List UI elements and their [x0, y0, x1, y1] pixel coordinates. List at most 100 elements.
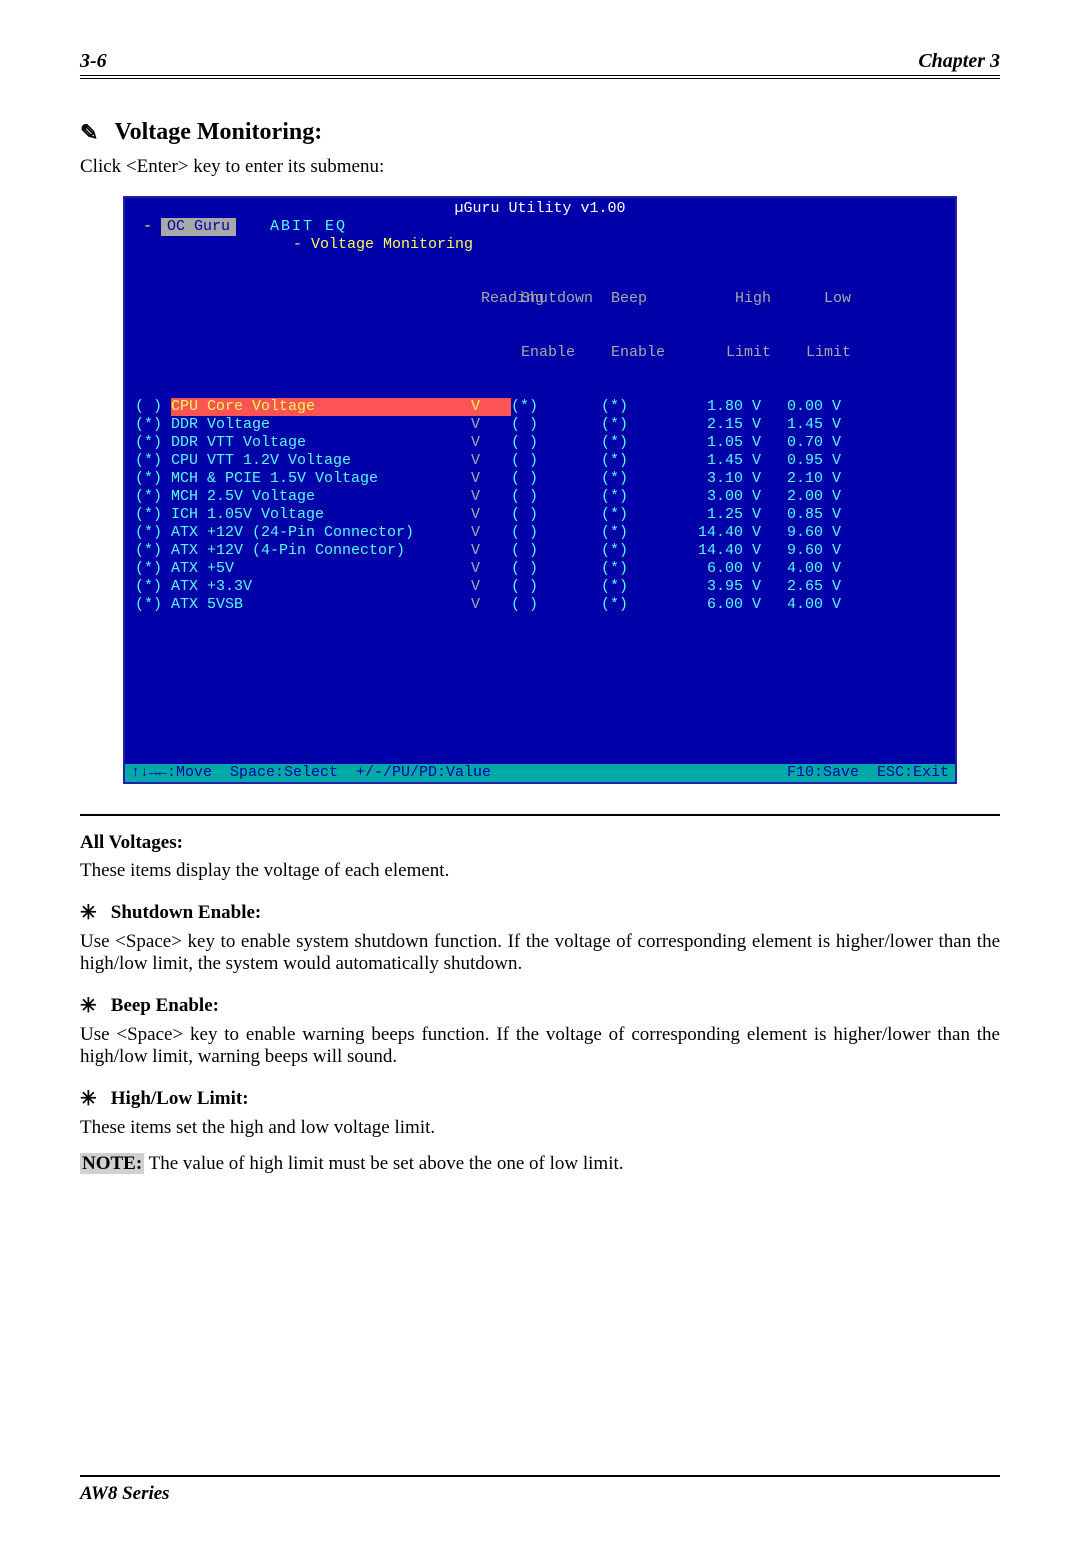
row-low[interactable]: 0.85 V [761, 506, 841, 524]
row-shutdown[interactable]: ( ) [511, 452, 601, 470]
row-name[interactable]: DDR Voltage [171, 416, 471, 434]
row-low[interactable]: 0.70 V [761, 434, 841, 452]
row-name[interactable]: CPU Core Voltage [171, 398, 471, 416]
row-shutdown[interactable]: ( ) [511, 560, 601, 578]
row-name[interactable]: ATX 5VSB [171, 596, 471, 614]
para-shutdown-enable: Use <Space> key to enable system shutdow… [80, 931, 1000, 975]
row-high[interactable]: 6.00 V [681, 560, 761, 578]
row-beep[interactable]: (*) [601, 452, 681, 470]
row-high[interactable]: 1.80 V [681, 398, 761, 416]
row-low[interactable]: 0.00 V [761, 398, 841, 416]
row-high[interactable]: 14.40 V [681, 542, 761, 560]
note-label: NOTE: [80, 1153, 144, 1174]
bios-row[interactable]: (*)MCH 2.5V VoltageV( )(*) 3.00 V 2.00 V [135, 488, 945, 506]
row-name[interactable]: ATX +5V [171, 560, 471, 578]
row-mark[interactable]: (*) [135, 596, 171, 614]
row-mark[interactable]: (*) [135, 578, 171, 596]
row-mark[interactable]: (*) [135, 416, 171, 434]
row-mark[interactable]: (*) [135, 488, 171, 506]
row-name[interactable]: ATX +12V (24-Pin Connector) [171, 524, 471, 542]
bios-row[interactable]: (*)DDR VTT VoltageV( )(*) 1.05 V 0.70 V [135, 434, 945, 452]
row-high[interactable]: 3.10 V [681, 470, 761, 488]
row-low[interactable]: 9.60 V [761, 524, 841, 542]
row-shutdown[interactable]: ( ) [511, 524, 601, 542]
bios-row[interactable]: (*)ATX +5VV( )(*) 6.00 V 4.00 V [135, 560, 945, 578]
row-mark[interactable]: (*) [135, 524, 171, 542]
row-high[interactable]: 3.00 V [681, 488, 761, 506]
row-shutdown[interactable]: ( ) [511, 488, 601, 506]
row-beep[interactable]: (*) [601, 524, 681, 542]
row-shutdown[interactable]: ( ) [511, 578, 601, 596]
row-mark[interactable]: (*) [135, 542, 171, 560]
row-shutdown[interactable]: ( ) [511, 416, 601, 434]
row-name[interactable]: MCH & PCIE 1.5V Voltage [171, 470, 471, 488]
row-low[interactable]: 2.00 V [761, 488, 841, 506]
bios-row[interactable]: (*)ATX 5VSBV( )(*) 6.00 V 4.00 V [135, 596, 945, 614]
row-beep[interactable]: (*) [601, 416, 681, 434]
row-low[interactable]: 9.60 V [761, 542, 841, 560]
row-beep[interactable]: (*) [601, 506, 681, 524]
row-beep[interactable]: (*) [601, 434, 681, 452]
bios-row[interactable]: (*)ATX +12V (24-Pin Connector)V( )(*)14.… [135, 524, 945, 542]
row-low[interactable]: 4.00 V [761, 596, 841, 614]
bios-row[interactable]: (*)CPU VTT 1.2V VoltageV( )(*) 1.45 V 0.… [135, 452, 945, 470]
row-beep[interactable]: (*) [601, 398, 681, 416]
row-mark[interactable]: (*) [135, 434, 171, 452]
bios-row[interactable]: (*)MCH & PCIE 1.5V VoltageV( )(*) 3.10 V… [135, 470, 945, 488]
row-beep[interactable]: (*) [601, 578, 681, 596]
row-high[interactable]: 14.40 V [681, 524, 761, 542]
row-low[interactable]: 1.45 V [761, 416, 841, 434]
row-name[interactable]: CPU VTT 1.2V Voltage [171, 452, 471, 470]
row-beep[interactable]: (*) [601, 560, 681, 578]
row-low[interactable]: 2.10 V [761, 470, 841, 488]
row-shutdown[interactable]: ( ) [511, 506, 601, 524]
row-high[interactable]: 6.00 V [681, 596, 761, 614]
footer-series: AW8 Series [80, 1483, 170, 1504]
row-mark[interactable]: (*) [135, 560, 171, 578]
row-mark[interactable]: (*) [135, 506, 171, 524]
page-header: 3-6 Chapter 3 [80, 50, 1000, 79]
row-beep[interactable]: (*) [601, 542, 681, 560]
row-shutdown[interactable]: ( ) [511, 542, 601, 560]
row-name[interactable]: ATX +3.3V [171, 578, 471, 596]
row-high[interactable]: 1.25 V [681, 506, 761, 524]
row-name[interactable]: ATX +12V (4-Pin Connector) [171, 542, 471, 560]
bullet-icon: - [135, 218, 161, 236]
bios-row[interactable]: (*)ATX +12V (4-Pin Connector)V( )(*)14.4… [135, 542, 945, 560]
row-beep[interactable]: (*) [601, 596, 681, 614]
bios-row[interactable]: (*)DDR VoltageV( )(*) 2.15 V 1.45 V [135, 416, 945, 434]
tab-abit-eq[interactable]: ABIT EQ [270, 218, 347, 236]
row-high[interactable]: 1.45 V [681, 452, 761, 470]
section-title-text: Voltage Monitoring: [114, 119, 322, 146]
row-high[interactable]: 3.95 V [681, 578, 761, 596]
row-name[interactable]: ICH 1.05V Voltage [171, 506, 471, 524]
row-low[interactable]: 2.65 V [761, 578, 841, 596]
row-high[interactable]: 1.05 V [681, 434, 761, 452]
row-low[interactable]: 4.00 V [761, 560, 841, 578]
row-shutdown[interactable]: ( ) [511, 434, 601, 452]
row-shutdown[interactable]: ( ) [511, 470, 601, 488]
row-shutdown[interactable]: ( ) [511, 596, 601, 614]
row-shutdown[interactable]: (*) [511, 398, 601, 416]
row-name[interactable]: MCH 2.5V Voltage [171, 488, 471, 506]
row-mark[interactable]: (*) [135, 452, 171, 470]
bullet-icon: - [285, 236, 302, 253]
row-low[interactable]: 0.95 V [761, 452, 841, 470]
bios-row[interactable]: (*)ICH 1.05V VoltageV( )(*) 1.25 V 0.85 … [135, 506, 945, 524]
note-line: NOTE: The value of high limit must be se… [80, 1153, 1000, 1175]
col-beep2: Enable [611, 344, 691, 362]
row-mark[interactable]: ( ) [135, 398, 171, 416]
tab-oc-guru[interactable]: OC Guru [161, 218, 236, 236]
row-high[interactable]: 2.15 V [681, 416, 761, 434]
row-beep[interactable]: (*) [601, 488, 681, 506]
row-mark[interactable]: (*) [135, 470, 171, 488]
row-reading: V [471, 470, 511, 488]
bios-footer-left: ↑↓→←:Move Space:Select +/-/PU/PD:Value [131, 764, 491, 782]
row-name[interactable]: DDR VTT Voltage [171, 434, 471, 452]
bios-row[interactable]: (*)ATX +3.3VV( )(*) 3.95 V 2.65 V [135, 578, 945, 596]
bios-row[interactable]: ( )CPU Core VoltageV(*)(*) 1.80 V 0.00 V [135, 398, 945, 416]
heading-limit-text: High/Low Limit: [111, 1088, 249, 1110]
row-beep[interactable]: (*) [601, 470, 681, 488]
heading-all-voltages: All Voltages: [80, 832, 1000, 854]
page-footer: AW8 Series [80, 1475, 1000, 1505]
